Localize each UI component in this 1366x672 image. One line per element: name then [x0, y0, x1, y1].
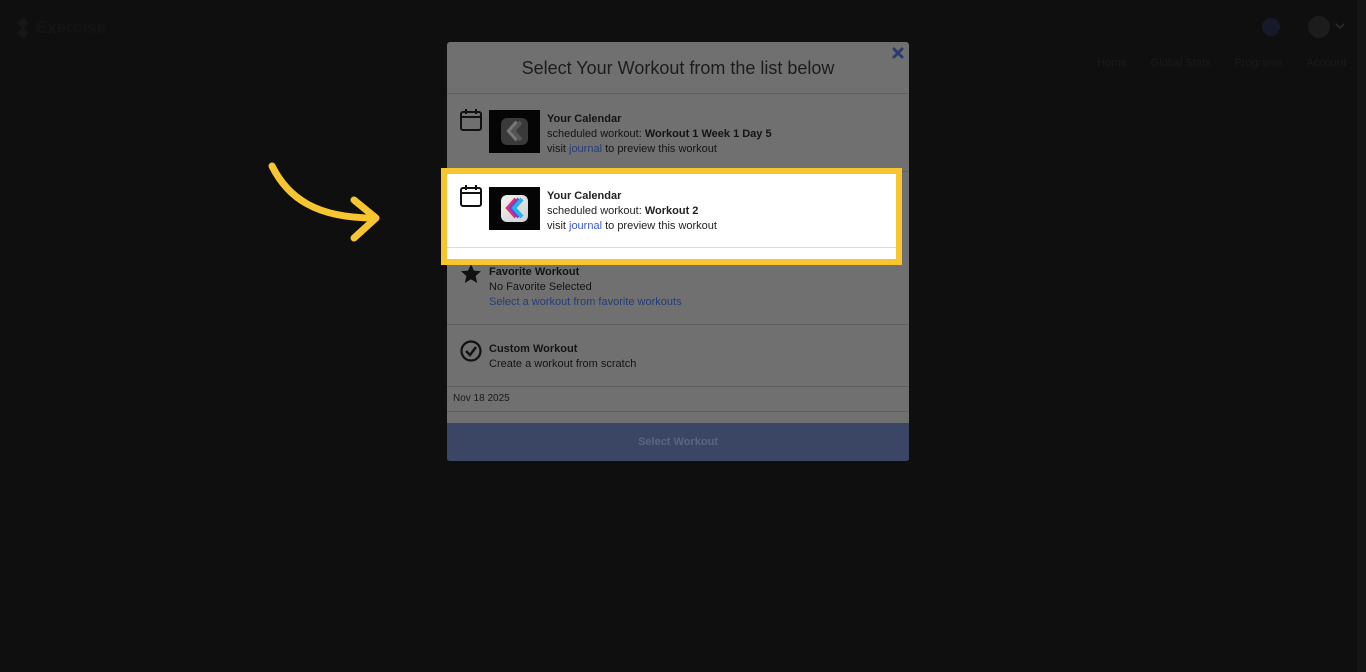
journal-link[interactable]: journal	[569, 220, 602, 232]
date-text: Nov 18 2025	[453, 393, 510, 404]
workout-name: Workout 1 Week 1 Day 5	[644, 128, 772, 140]
select-favorite-link[interactable]: Select a workout from favorite workouts	[489, 295, 682, 310]
nav-link-global-stats[interactable]: Global Stats	[1151, 57, 1211, 69]
visit-suffix: to preview this workout	[602, 143, 717, 155]
workout-date: Nov 18 2025	[447, 387, 909, 412]
modal-title: Select Your Workout from the list below	[521, 58, 835, 78]
option-title: Your Calendar	[547, 190, 622, 202]
option-title: Your Calendar	[547, 113, 622, 125]
workout-thumbnail	[489, 110, 540, 153]
nav-link-programs[interactable]: Programs	[1235, 57, 1283, 69]
option-text: Favorite Workout No Favorite Selected Se…	[489, 265, 682, 310]
star-icon	[461, 264, 481, 283]
visit-prefix: visit	[547, 143, 569, 155]
journal-link[interactable]: journal	[569, 143, 602, 155]
top-nav: Home Global Stats Programs Account	[1097, 57, 1346, 69]
no-favorite-text: No Favorite Selected	[489, 281, 592, 293]
nav-link-home[interactable]: Home	[1097, 57, 1126, 69]
chevron-down-icon[interactable]	[1335, 22, 1345, 30]
app-name: Exercise	[36, 18, 106, 37]
nav-link-account[interactable]: Account	[1306, 57, 1346, 69]
workout-option-calendar-1[interactable]: Your Calendar scheduled workout: Workout…	[447, 94, 909, 172]
option-text: Custom Workout Create a workout from scr…	[489, 342, 636, 372]
workout-thumbnail	[489, 187, 540, 230]
logo-icon	[17, 17, 29, 39]
option-text: Your Calendar scheduled workout: Workout…	[547, 112, 772, 157]
workout-logo-icon	[501, 118, 528, 145]
avatar[interactable]	[1308, 16, 1330, 38]
option-title: Favorite Workout	[489, 266, 580, 278]
visit-suffix: to preview this workout	[602, 220, 717, 232]
workout-option-calendar-2[interactable]: Your Calendar scheduled workout: Workout…	[441, 168, 902, 265]
select-workout-button[interactable]: Select Workout	[447, 423, 909, 461]
help-icon[interactable]	[1262, 18, 1280, 36]
highlighted-option-body: Your Calendar scheduled workout: Workout…	[447, 174, 896, 248]
page-scrollbar[interactable]	[1357, 0, 1366, 672]
workout-logo-icon	[501, 195, 528, 222]
app-logo[interactable]: Exercise	[16, 17, 106, 39]
close-icon[interactable]	[891, 46, 905, 60]
scheduled-label: scheduled workout:	[547, 205, 645, 217]
scheduled-label: scheduled workout:	[547, 128, 645, 140]
visit-prefix: visit	[547, 220, 569, 232]
custom-description: Create a workout from scratch	[489, 358, 637, 370]
calendar-icon	[460, 109, 482, 131]
visit-line: visit journal to preview this workout	[547, 219, 717, 234]
scheduled-line: scheduled workout: Workout 1 Week 1 Day …	[547, 127, 772, 142]
check-circle-icon	[460, 340, 482, 362]
modal-header: Select Your Workout from the list below	[447, 42, 909, 94]
scheduled-line: scheduled workout: Workout 2	[547, 204, 717, 219]
pointer-arrow-icon	[268, 162, 380, 242]
visit-line: visit journal to preview this workout	[547, 142, 772, 157]
workout-name: Workout 2	[644, 205, 699, 217]
option-text: Your Calendar scheduled workout: Workout…	[547, 189, 717, 234]
option-title: Custom Workout	[489, 343, 578, 355]
calendar-icon	[460, 185, 482, 207]
workout-option-custom[interactable]: Custom Workout Create a workout from scr…	[447, 325, 909, 387]
